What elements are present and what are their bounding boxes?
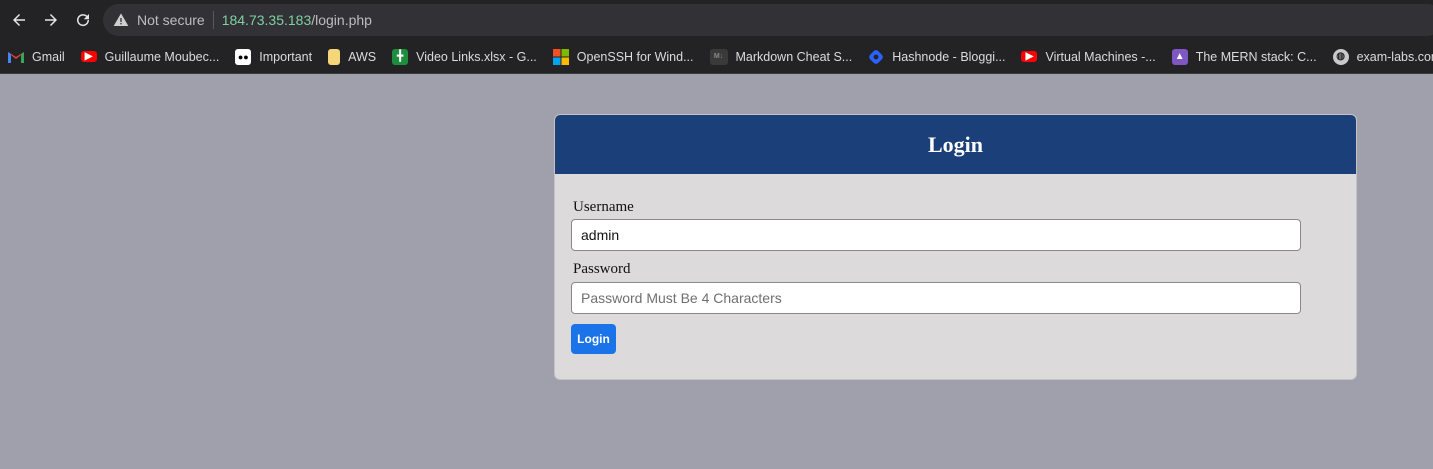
bookmark-label: AWS bbox=[348, 49, 377, 64]
bookmark-hashnode[interactable]: Hashnode - Bloggi... bbox=[868, 49, 1005, 65]
bookmark-markdown[interactable]: M↓ Markdown Cheat S... bbox=[709, 48, 853, 65]
bookmark-label: OpenSSH for Wind... bbox=[576, 49, 694, 64]
security-label[interactable]: Not secure bbox=[137, 12, 205, 28]
markdown-icon: M↓ bbox=[709, 48, 728, 65]
bookmarks-bar: Gmail ▶ Guillaume Moubec... ●● Important… bbox=[0, 40, 1433, 74]
login-card: Login Username Password Login bbox=[554, 114, 1357, 380]
browser-toolbar: Not secure 184.73.35.183/login.php bbox=[0, 0, 1433, 40]
medium-icon: ●● bbox=[235, 48, 252, 65]
url-host: 184.73.35.183 bbox=[221, 12, 312, 28]
bookmark-mern[interactable]: ▲ The MERN stack: C... bbox=[1171, 48, 1317, 65]
bookmark-virtual-machines[interactable]: ▶ Virtual Machines -... bbox=[1021, 49, 1156, 64]
bookmark-label: Guillaume Moubec... bbox=[104, 49, 220, 64]
bookmark-label: Hashnode - Bloggi... bbox=[892, 49, 1006, 64]
bookmark-important[interactable]: ●● Important bbox=[235, 48, 313, 65]
windows-icon bbox=[552, 48, 569, 65]
bookmark-label: Gmail bbox=[32, 49, 65, 64]
bookmark-label: Video Links.xlsx - G... bbox=[416, 49, 537, 64]
bookmark-aws[interactable]: AWS bbox=[328, 48, 377, 65]
address-bar[interactable]: Not secure 184.73.35.183/login.php bbox=[103, 4, 1433, 36]
bookmark-label: exam-labs.com bbox=[1356, 49, 1433, 64]
username-input[interactable] bbox=[571, 219, 1301, 251]
bookmark-label: The MERN stack: C... bbox=[1195, 49, 1317, 64]
youtube-icon: ▶ bbox=[80, 51, 97, 62]
address-divider bbox=[212, 11, 214, 29]
bookmark-guillaume[interactable]: ▶ Guillaume Moubec... bbox=[80, 49, 220, 64]
bookmark-openssh[interactable]: OpenSSH for Wind... bbox=[552, 48, 694, 65]
login-card-header: Login bbox=[555, 115, 1356, 174]
password-label: Password bbox=[573, 261, 631, 277]
sheets-icon: ╋ bbox=[392, 48, 409, 65]
url-path: /login.php bbox=[311, 12, 372, 28]
globe-icon: ◍ bbox=[1332, 48, 1349, 65]
back-icon[interactable] bbox=[6, 7, 32, 33]
bookmark-label: Important bbox=[259, 49, 313, 64]
youtube-icon: ▶ bbox=[1021, 51, 1038, 62]
reload-icon[interactable] bbox=[70, 7, 96, 33]
login-title: Login bbox=[927, 131, 984, 157]
bookmark-gmail[interactable]: Gmail bbox=[8, 49, 65, 65]
bookmark-video-links[interactable]: ╋ Video Links.xlsx - G... bbox=[392, 48, 537, 65]
rocket-icon: ▲ bbox=[1171, 48, 1188, 65]
password-input[interactable] bbox=[571, 282, 1301, 314]
bookmark-label: Virtual Machines -... bbox=[1045, 49, 1156, 64]
bookmark-exam-labs[interactable]: ◍ exam-labs.com bbox=[1332, 48, 1433, 65]
bookmark-label: Markdown Cheat S... bbox=[735, 49, 853, 64]
gmail-icon bbox=[8, 49, 24, 65]
login-button[interactable]: Login bbox=[571, 324, 616, 354]
forward-icon[interactable] bbox=[38, 7, 64, 33]
hashnode-icon bbox=[868, 49, 884, 65]
folder-icon bbox=[328, 48, 341, 65]
username-label: Username bbox=[573, 199, 634, 215]
warning-icon[interactable] bbox=[113, 12, 129, 28]
